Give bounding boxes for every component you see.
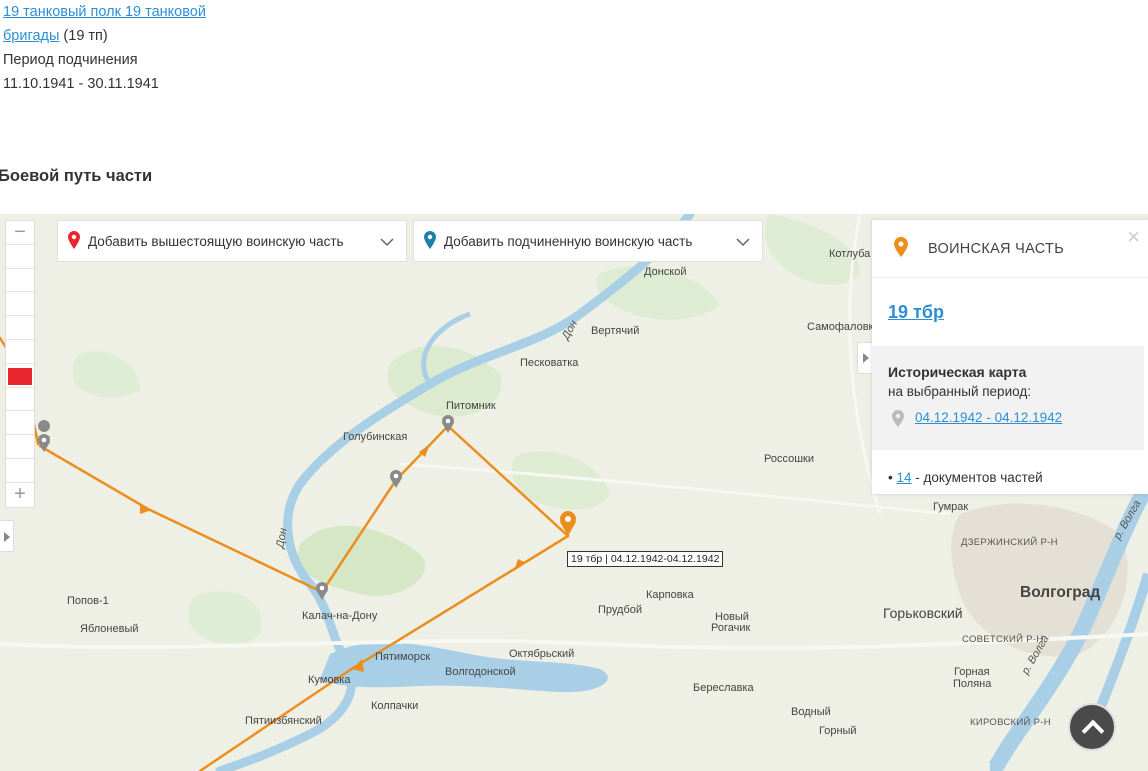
place-label: Колпачки: [371, 700, 419, 712]
place-label: Пятиизбянский: [245, 715, 322, 727]
zoom-level[interactable]: [6, 316, 34, 340]
historical-map-subtitle: на выбранный период:: [888, 384, 1031, 399]
subordinate-unit-dropdown[interactable]: Добавить подчиненную воинскую часть: [413, 220, 763, 262]
panel-header-label: ВОИНСКАЯ ЧАСТЬ: [928, 240, 1065, 257]
place-label: Песковатка: [520, 357, 579, 369]
place-label: Горный: [819, 725, 857, 737]
unit-link-line2[interactable]: бригады: [3, 28, 59, 44]
place-label: Пятиморск: [375, 651, 431, 663]
place-label: Гумрак: [933, 501, 969, 513]
place-label: Попов-1: [67, 595, 109, 607]
superior-unit-dropdown[interactable]: Добавить вышестоящую воинскую часть: [57, 220, 407, 262]
historical-map-box: Историческая карта на выбранный период: …: [872, 346, 1144, 450]
chevron-down-icon: [736, 235, 750, 250]
map[interactable]: Донской Котлуба Вертячий Самофаловк Песк…: [0, 214, 1148, 771]
place-label: Волгодонской: [445, 666, 516, 678]
location-pin-icon: [892, 410, 904, 432]
zoom-level-selected[interactable]: [6, 364, 34, 388]
place-label: Горьковский: [883, 605, 963, 621]
place-label: Рогачик: [711, 622, 751, 634]
historical-map-title: Историческая карта: [888, 364, 1027, 380]
unit-info: 19 танковый полк 19 танковой бригады (19…: [3, 0, 206, 96]
place-label: Донской: [644, 266, 687, 278]
bullet: •: [888, 470, 893, 485]
documents-count-link[interactable]: 14: [897, 470, 912, 485]
zoom-out-button[interactable]: −: [6, 221, 34, 245]
place-label: Береславка: [693, 682, 754, 694]
district-label: СОВЕТСКИЙ Р-Н: [962, 634, 1044, 645]
place-label: Питомник: [446, 400, 496, 412]
zoom-control: − +: [5, 220, 35, 508]
zoom-level[interactable]: [6, 435, 34, 459]
place-label: Водный: [791, 706, 831, 718]
documents-line: • 14 - документов частей: [888, 470, 1043, 485]
documents-text: - документов частей: [911, 470, 1043, 485]
chevron-down-icon: [380, 235, 394, 250]
place-label: Поляна: [953, 678, 992, 690]
close-icon[interactable]: ×: [1127, 226, 1140, 248]
scroll-up-button[interactable]: [1068, 703, 1116, 751]
subordinate-unit-dropdown-label: Добавить подчиненную воинскую часть: [444, 233, 693, 249]
map-pin-icon: [894, 236, 908, 261]
unit-link-line1[interactable]: 19 танковый полк 19 танковой: [3, 4, 206, 20]
place-label: Самофаловк: [807, 321, 874, 333]
superior-unit-dropdown-label: Добавить вышестоящую воинскую часть: [88, 233, 344, 249]
place-label: Горная: [954, 666, 990, 678]
city-label: Волгоград: [1020, 584, 1101, 601]
unit-info-panel: ВОИНСКАЯ ЧАСТЬ × 19 тбр Историческая кар…: [872, 220, 1148, 494]
place-label: Вертячий: [591, 325, 640, 337]
section-title: Боевой путь части: [0, 167, 153, 185]
place-label: Карповка: [646, 589, 694, 601]
district-label: ДЗЕРЖИНСКИЙ Р-Н: [961, 537, 1058, 548]
historical-map-date-link[interactable]: 04.12.1942 - 04.12.1942: [915, 410, 1062, 425]
place-label: Яблоневый: [80, 623, 139, 635]
place-label: Котлуба: [829, 248, 871, 260]
place-label: Прудбой: [598, 604, 643, 616]
zoom-level[interactable]: [6, 269, 34, 293]
period-label: Период подчинения: [3, 52, 138, 68]
zoom-level[interactable]: [6, 245, 34, 269]
panel-unit-link[interactable]: 19 тбр: [888, 302, 944, 323]
zoom-level[interactable]: [6, 292, 34, 317]
zoom-level[interactable]: [6, 340, 34, 364]
place-label: Голубинская: [343, 431, 408, 443]
map-pin-icon: [424, 230, 436, 252]
unit-abbr: (19 тп): [63, 28, 108, 44]
marker-tooltip: 19 тбр | 04.12.1942-04.12.1942: [567, 551, 724, 567]
place-label: Калач-на-Дону: [302, 610, 378, 622]
district-label: КИРОВСКИЙ Р-Н: [970, 717, 1051, 728]
place-label: Россошки: [764, 453, 814, 465]
map-pin-icon: [68, 230, 80, 252]
zoom-level[interactable]: [6, 388, 34, 412]
place-label: Кумовка: [308, 674, 351, 686]
info-panel-toggle[interactable]: [857, 342, 872, 374]
zoom-level[interactable]: [6, 411, 34, 436]
zoom-level[interactable]: [6, 459, 34, 483]
period-value: 11.10.1941 - 30.11.1941: [3, 76, 159, 92]
panel-header: ВОИНСКАЯ ЧАСТЬ: [872, 220, 1148, 278]
left-panel-toggle[interactable]: [0, 520, 14, 552]
zoom-in-button[interactable]: +: [6, 483, 34, 507]
place-label: Октябрьский: [509, 648, 575, 660]
